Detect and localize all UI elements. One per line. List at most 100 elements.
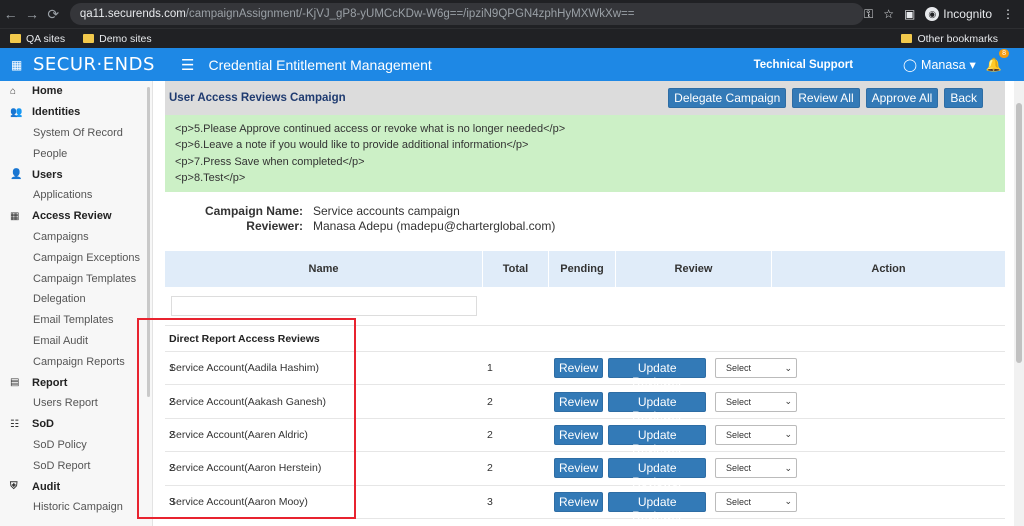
review-table: Name Total Pending Review Action Direct …: [165, 251, 1005, 523]
sidebar-item-people[interactable]: People: [0, 143, 152, 164]
review-button[interactable]: Review: [554, 491, 604, 512]
review-button[interactable]: Review: [554, 424, 604, 445]
reload-icon[interactable]: ⟳: [43, 6, 64, 23]
sidebar-item-report[interactable]: ▤ Report: [0, 372, 152, 393]
header-total[interactable]: Total: [483, 251, 549, 287]
sidebar-item-campaign-templates[interactable]: Campaign Templates: [0, 268, 152, 289]
update-reviewer-button[interactable]: Update Reviewer: [608, 358, 706, 389]
sidebar-item-audit[interactable]: ⛨ Audit: [0, 476, 152, 497]
chevron-down-icon: ⌄: [784, 362, 792, 373]
campaign-name-value: Service accounts campaign: [313, 204, 460, 218]
sidebar-item-historic-campaign[interactable]: Historic Campaign: [0, 497, 152, 518]
sidebar-item-system-of-record[interactable]: System Of Record: [0, 123, 152, 144]
sidebar-item-email-audit[interactable]: Email Audit: [0, 331, 152, 352]
sidebar-item-label: SoD Report: [33, 459, 91, 472]
chevron-down-icon: ⌄: [784, 462, 792, 473]
action-select[interactable]: Select ⌄: [715, 458, 797, 479]
hamburger-menu-icon[interactable]: ☰: [181, 56, 194, 74]
review-button[interactable]: Review: [554, 391, 604, 412]
technical-support-link[interactable]: Technical Support: [754, 59, 853, 71]
sidebar-item-label: Delegation: [33, 293, 86, 306]
review-all-button[interactable]: Review All: [792, 88, 860, 108]
sidebar-item-delegation[interactable]: Delegation: [0, 289, 152, 310]
sidebar-item-sod-report[interactable]: SoD Report: [0, 455, 152, 476]
sidebar-item-label: Access Review: [32, 210, 112, 223]
bookmark-qa-sites[interactable]: QA sites: [10, 33, 65, 45]
page-scrollbar[interactable]: [1014, 81, 1024, 526]
key-icon[interactable]: ⚿: [864, 7, 873, 22]
bookmark-demo-sites[interactable]: Demo sites: [83, 33, 152, 45]
sidepanel-icon[interactable]: ▣: [904, 7, 915, 21]
apps-grid-icon[interactable]: ▦: [11, 58, 25, 72]
campaign-info: Campaign Name: Service accounts campaign…: [165, 192, 1005, 250]
sidebar-item-label: Users: [32, 168, 63, 181]
sidebar-item-sod-policy[interactable]: SoD Policy: [0, 435, 152, 456]
select-value: Select: [726, 429, 752, 440]
forward-arrow-icon[interactable]: →: [21, 6, 42, 22]
review-button[interactable]: Review: [554, 458, 604, 479]
user-menu[interactable]: ◯ Manasa ▾: [903, 57, 976, 73]
update-reviewer-button[interactable]: Update Reviewer: [608, 458, 706, 489]
row-pending: 2: [487, 395, 493, 408]
bookmark-other[interactable]: Other bookmarks: [901, 33, 1006, 45]
star-icon[interactable]: ☆: [883, 7, 894, 21]
sidebar-scrollbar[interactable]: [147, 87, 150, 397]
action-select[interactable]: Select ⌄: [715, 391, 797, 412]
incognito-indicator[interactable]: ◉ Incognito: [925, 7, 992, 21]
address-bar[interactable]: qa11.securends.com /campaignAssignment/-…: [69, 3, 865, 25]
reviewer-value: Manasa Adepu (madepu@charterglobal.com): [313, 219, 556, 233]
sidebar-item-users[interactable]: 👤 Users: [0, 164, 152, 185]
instruction-line: <p>5.Please Approve continued access or …: [175, 123, 566, 135]
sidebar: ⌂ Home 👥 Identities System Of Record People 👤 U…: [0, 81, 153, 526]
sidebar-item-users-report[interactable]: Users Report: [0, 393, 152, 414]
approve-all-button[interactable]: Approve All: [865, 88, 939, 108]
sidebar-item-campaign-reports[interactable]: Campaign Reports: [0, 351, 152, 372]
action-select[interactable]: Select ⌄: [715, 358, 797, 379]
chevron-down-icon: ⌄: [784, 396, 792, 407]
update-reviewer-button[interactable]: Update Reviewer: [608, 491, 706, 523]
instruction-line: <p>8.Test</p>: [175, 171, 246, 184]
sidebar-item-identities[interactable]: 👥 Identities: [0, 102, 152, 123]
row-pending: 2: [487, 428, 493, 441]
notification-bell-icon[interactable]: 🔔 8: [986, 48, 1009, 73]
sidebar-item-label: Home: [32, 85, 63, 98]
sidebar-item-label: Historic Campaign: [33, 501, 123, 514]
sidebar-item-campaign-exceptions[interactable]: Campaign Exceptions: [0, 247, 152, 268]
user-icon: 👤: [10, 169, 23, 181]
back-arrow-icon[interactable]: ←: [0, 6, 21, 22]
header-name[interactable]: Name: [165, 251, 483, 287]
sidebar-item-label: SoD: [32, 418, 54, 431]
scrollbar-thumb[interactable]: [1016, 103, 1022, 363]
sidebar-item-label: System Of Record: [33, 126, 123, 139]
delegate-campaign-button[interactable]: Delegate Campaign: [668, 88, 787, 108]
home-icon: ⌂: [10, 85, 17, 97]
table-header: Name Total Pending Review Action: [165, 251, 1005, 287]
back-button[interactable]: Back: [944, 88, 983, 108]
sidebar-item-home[interactable]: ⌂ Home: [0, 81, 152, 102]
url-path: /campaignAssignment/-KjVJ_gP8-yUMCcKDw-W…: [185, 8, 635, 20]
review-button[interactable]: Review: [554, 358, 604, 379]
bookmark-label: Demo sites: [99, 32, 152, 45]
sidebar-item-campaigns[interactable]: Campaigns: [0, 227, 152, 248]
notification-badge: 8: [999, 48, 1009, 58]
sidebar-item-access-review[interactable]: ▦ Access Review: [0, 206, 152, 227]
action-select[interactable]: Select ⌄: [715, 424, 797, 445]
table-row: Service Account(Aadila Hashim) 1 1 Review Up…: [165, 352, 1005, 389]
update-reviewer-button[interactable]: Update Reviewer: [608, 424, 706, 456]
kebab-menu-icon[interactable]: ⋮: [1002, 7, 1014, 21]
sidebar-item-email-templates[interactable]: Email Templates: [0, 310, 152, 331]
bookmarks-bar: QA sites Demo sites Other bookmarks: [0, 28, 1024, 48]
file-icon: ▤: [10, 377, 20, 389]
header-pending[interactable]: Pending: [549, 251, 616, 287]
sidebar-item-label: Identities: [32, 106, 81, 119]
users-icon: 👥: [10, 106, 23, 118]
update-reviewer-button[interactable]: Update Reviewer: [608, 391, 706, 423]
sidebar-item-applications[interactable]: Applications: [0, 185, 152, 206]
chevron-down-icon: ⌄: [784, 496, 792, 507]
list-icon: ☷: [10, 418, 19, 430]
action-select[interactable]: Select ⌄: [715, 491, 797, 512]
row-pending: 3: [487, 495, 493, 508]
bookmark-label: QA sites: [26, 32, 66, 45]
name-filter-input[interactable]: [171, 296, 477, 316]
sidebar-item-sod[interactable]: ☷ SoD: [0, 414, 152, 435]
